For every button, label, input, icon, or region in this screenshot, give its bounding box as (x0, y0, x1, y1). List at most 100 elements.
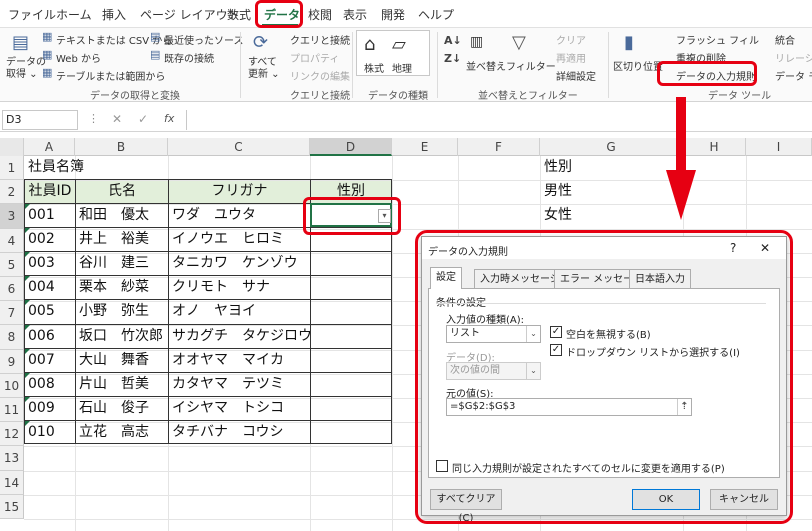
reapply-button[interactable]: 再適用 (556, 50, 586, 65)
table-cell[interactable]: 井上 裕美 (76, 227, 168, 251)
col-header-h[interactable]: H (683, 138, 746, 156)
table-cell[interactable]: ワダ ユウタ (169, 203, 310, 227)
geography-button[interactable]: 地理 (392, 60, 412, 75)
cell-g1[interactable]: 性別 (541, 155, 681, 179)
table-cell[interactable]: 小野 弥生 (76, 299, 168, 323)
row-header[interactable]: 3 (0, 204, 24, 229)
table-cell[interactable]: 004 (25, 275, 75, 299)
tab-home[interactable]: ホーム (56, 6, 92, 23)
col-header-e[interactable]: E (392, 138, 458, 156)
sort-button[interactable]: 並べ替え (466, 58, 506, 73)
row-header[interactable]: 10 (0, 373, 24, 398)
existing-connections-button[interactable]: 既存の接続 (164, 50, 214, 65)
data-model-button[interactable]: データ モデ (775, 68, 812, 83)
row-header[interactable]: 4 (0, 228, 24, 253)
row-header[interactable]: 13 (0, 446, 24, 471)
row-header[interactable]: 14 (0, 470, 24, 495)
edit-links-button[interactable]: リンクの編集 (290, 68, 350, 83)
text-to-columns-button[interactable]: 区切り位置 (613, 58, 663, 73)
row-header[interactable]: 6 (0, 277, 24, 302)
flash-fill-button[interactable]: フラッシュ フィル (676, 32, 759, 47)
advanced-filter-button[interactable]: 詳細設定 (556, 68, 596, 83)
table-cell[interactable]: 008 (25, 372, 75, 396)
tab-insert[interactable]: 挿入 (102, 6, 126, 23)
header-employee-id[interactable]: 社員ID (25, 179, 75, 203)
row-header[interactable]: 15 (0, 494, 24, 519)
table-cell[interactable]: 007 (25, 348, 75, 372)
cell-g3[interactable]: 女性 (541, 203, 681, 227)
select-all-corner[interactable] (0, 138, 24, 156)
table-cell[interactable]: 坂口 竹次郎 (76, 324, 168, 348)
get-data-button[interactable]: データの 取得 ⌄ (6, 57, 46, 81)
table-cell[interactable]: イシヤマ トシコ (169, 396, 310, 420)
row-header[interactable]: 12 (0, 422, 24, 447)
table-cell[interactable]: オノ ヤヨイ (169, 299, 310, 323)
table-cell[interactable]: 栗本 紗菜 (76, 275, 168, 299)
col-header-f[interactable]: F (458, 138, 540, 156)
table-cell[interactable]: クリモト サナ (169, 275, 310, 299)
table-cell[interactable]: タチバナ コウシ (169, 420, 310, 444)
table-cell[interactable]: 001 (25, 203, 75, 227)
stocks-button[interactable]: 株式 (364, 60, 384, 75)
recent-sources-button[interactable]: 最近使ったソース (164, 32, 244, 47)
table-cell[interactable]: 和田 優太 (76, 203, 168, 227)
relationships-button[interactable]: リレーション (775, 50, 812, 65)
insert-function-button[interactable]: fx (164, 112, 174, 125)
table-cell[interactable]: 002 (25, 227, 75, 251)
table-cell[interactable]: 010 (25, 420, 75, 444)
table-cell[interactable]: カタヤマ テツミ (169, 372, 310, 396)
header-name[interactable]: 氏名 (76, 179, 168, 203)
cell-g2[interactable]: 男性 (541, 179, 681, 203)
sort-asc-icon[interactable]: A↓ (444, 34, 462, 47)
more-options-icon[interactable]: ⋮ (88, 112, 99, 125)
table-cell[interactable]: 003 (25, 251, 75, 275)
table-cell[interactable]: 谷川 建三 (76, 251, 168, 275)
tab-file[interactable]: ファイル (8, 6, 56, 23)
tab-help[interactable]: ヘルプ (418, 6, 454, 23)
filter-button[interactable]: フィルター (506, 58, 556, 73)
tab-settings[interactable]: 設定 (430, 267, 462, 289)
cell-a1-title[interactable]: 社員名簿 (25, 155, 165, 179)
row-header[interactable]: 8 (0, 325, 24, 350)
clear-filter-button[interactable]: クリア (556, 32, 586, 47)
table-range-button[interactable]: テーブルまたは範囲から (56, 68, 165, 83)
cancel-icon[interactable]: ✕ (112, 112, 122, 126)
col-header-i[interactable]: I (746, 138, 812, 156)
table-cell[interactable]: 石山 俊子 (76, 396, 168, 420)
row-header[interactable]: 11 (0, 398, 24, 423)
header-furigana[interactable]: フリガナ (169, 179, 310, 203)
row-header[interactable]: 2 (0, 180, 24, 205)
queries-connections-button[interactable]: クエリと接続 (290, 32, 350, 47)
tab-developer[interactable]: 開発 (381, 6, 405, 23)
tab-view[interactable]: 表示 (343, 6, 367, 23)
tab-formulas[interactable]: 数式 (227, 6, 251, 23)
table-cell[interactable]: 009 (25, 396, 75, 420)
table-cell[interactable]: オオヤマ マイカ (169, 348, 310, 372)
col-header-b[interactable]: B (75, 138, 168, 156)
web-button[interactable]: Web から (56, 50, 101, 65)
col-header-c[interactable]: C (168, 138, 310, 156)
properties-button[interactable]: プロパティ (290, 50, 339, 65)
table-cell[interactable]: 片山 哲美 (76, 372, 168, 396)
table-cell[interactable]: 005 (25, 299, 75, 323)
table-cell[interactable]: 立花 高志 (76, 420, 168, 444)
tab-review[interactable]: 校閲 (308, 6, 332, 23)
row-header[interactable]: 9 (0, 349, 24, 374)
col-header-g[interactable]: G (540, 138, 683, 156)
enter-icon[interactable]: ✓ (138, 112, 148, 126)
refresh-all-button[interactable]: すべて 更新 ⌄ (248, 57, 280, 81)
table-cell[interactable]: サカグチ タケジロウ (169, 324, 310, 348)
consolidate-button[interactable]: 統合 (775, 32, 795, 47)
row-header[interactable]: 1 (0, 156, 24, 181)
table-cell[interactable]: イノウエ ヒロミ (169, 227, 310, 251)
formula-input[interactable] (186, 110, 810, 130)
sort-desc-icon[interactable]: Z↓ (444, 52, 461, 65)
table-cell[interactable]: 006 (25, 324, 75, 348)
name-box[interactable]: D3 (2, 110, 78, 130)
col-header-d[interactable]: D (310, 138, 392, 156)
row-header[interactable]: 5 (0, 252, 24, 277)
col-header-a[interactable]: A (24, 138, 75, 156)
tab-page-layout[interactable]: ページ レイアウト (140, 6, 240, 23)
table-cell[interactable]: タニカワ ケンゾウ (169, 251, 310, 275)
table-cell[interactable]: 大山 舞香 (76, 348, 168, 372)
